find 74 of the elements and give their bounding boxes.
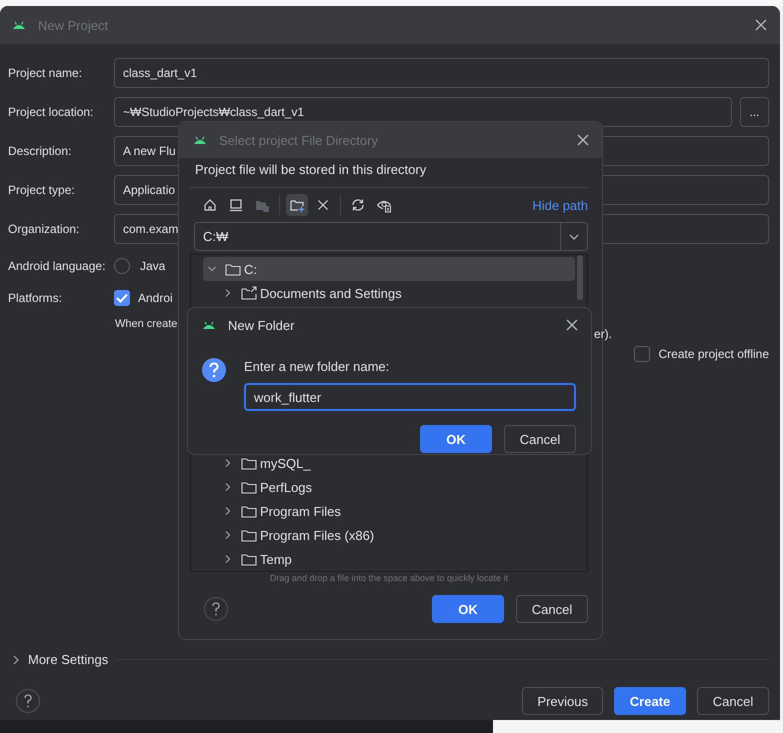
message-text: Project file will be stored in this directory [194, 162, 428, 179]
checkbox[interactable] [114, 290, 130, 306]
chevron-icon [223, 530, 233, 540]
ok-button[interactable]: Create [614, 687, 686, 715]
tree-item[interactable]: Documents and Settings [203, 281, 575, 305]
chevron-icon [223, 458, 233, 468]
window-title: New Folder [228, 318, 296, 332]
question-icon [211, 602, 221, 616]
checkmark-icon [116, 293, 128, 303]
close-icon [754, 18, 768, 32]
checkbox[interactable] [634, 346, 650, 362]
tree-item[interactable]: C: [203, 257, 575, 281]
refresh-icon [350, 197, 366, 213]
chevron-icon [12, 654, 20, 664]
hide-path-link[interactable]: Hide path [532, 198, 588, 212]
chevron-down-icon [569, 234, 579, 240]
folder-icon [225, 262, 241, 276]
chevron-icon [223, 288, 233, 298]
input-field[interactable]: work_flutter [244, 383, 576, 411]
question-icon [23, 694, 33, 708]
field-label: Project location: [8, 105, 94, 119]
option-label: Java [140, 259, 166, 273]
option-label: Create project offline [658, 347, 769, 361]
radio-button[interactable] [114, 258, 130, 274]
dialog-button[interactable]: Previous [522, 687, 603, 715]
folder-icon [241, 504, 257, 518]
field-label: Android language: [8, 259, 106, 273]
field-label: Project type: [8, 183, 76, 197]
field-label: Project name: [8, 66, 84, 80]
help-button[interactable] [16, 689, 40, 713]
dialog-button[interactable]: Cancel [504, 425, 576, 453]
home-icon [202, 197, 218, 213]
field-label: Description: [8, 144, 72, 158]
window-title: Select project File Directory [219, 132, 379, 148]
folder-icon [241, 480, 257, 494]
expander-button[interactable]: More Settings [12, 652, 108, 667]
chevron-icon [223, 506, 233, 516]
close-icon [565, 318, 579, 332]
ok-button[interactable]: OK [432, 595, 504, 623]
tree-item[interactable]: Program Files (x86) [203, 523, 575, 547]
android-icon [12, 20, 26, 30]
note-text: er). [594, 327, 612, 341]
browse-button[interactable]: ... [740, 97, 769, 127]
hint-text: Drag and drop a file into the space above to quickly locate it [268, 573, 510, 583]
toolbar-button[interactable] [286, 194, 308, 216]
chevron-icon [223, 554, 233, 564]
folder-icon [241, 552, 257, 566]
dialog-button[interactable]: Cancel [697, 687, 769, 715]
field-label: Organization: [8, 222, 80, 236]
ok-button[interactable]: OK [420, 425, 492, 453]
option-label: Androi [138, 291, 173, 305]
tree-item[interactable]: Program Files [203, 499, 575, 523]
android-icon [202, 320, 216, 330]
field-label: Platforms: [8, 291, 64, 305]
note-text: When create [115, 318, 178, 330]
scrollbar[interactable] [577, 255, 583, 300]
input-field[interactable]: class_dart_v1 [114, 58, 769, 88]
dialog-button[interactable]: Cancel [516, 595, 588, 623]
path-combo-box[interactable]: C:₩ [194, 222, 588, 251]
tree-item[interactable]: Temp [203, 547, 575, 571]
tree-item[interactable]: PerfLogs [203, 475, 575, 499]
chevron-icon [207, 264, 217, 274]
folder-icon [241, 528, 257, 542]
android-icon [193, 135, 207, 145]
prompt-label: Enter a new folder name: [244, 359, 390, 374]
chevron-icon [223, 482, 233, 492]
tree-item[interactable]: mySQL_ [203, 451, 575, 475]
folder-link-icon [241, 286, 257, 300]
folder-icon [241, 456, 257, 470]
help-button[interactable] [204, 597, 228, 621]
monitor-icon [228, 197, 244, 213]
close-icon [576, 133, 590, 147]
question-icon [202, 358, 226, 382]
window-title: New Project [38, 18, 110, 32]
